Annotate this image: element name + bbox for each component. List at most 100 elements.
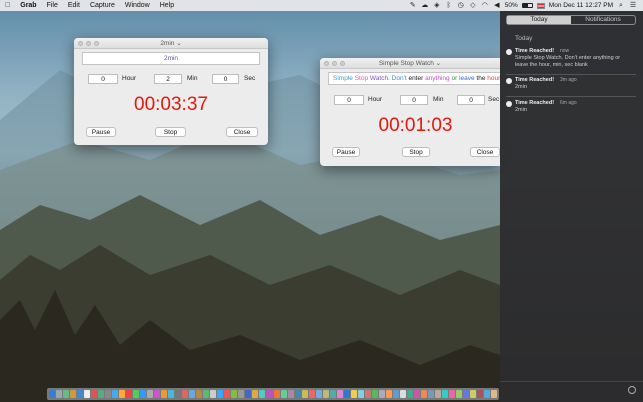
notification-item[interactable]: Time Reached! 3m ago 2min xyxy=(506,77,640,95)
dock-app-icon[interactable] xyxy=(476,390,483,398)
dock-app-icon[interactable] xyxy=(126,390,133,398)
dock-app-icon[interactable] xyxy=(266,390,273,398)
sec-field[interactable]: 0 xyxy=(212,74,239,84)
dock-app-icon[interactable] xyxy=(70,390,77,398)
dock-app-icon[interactable] xyxy=(469,390,476,398)
dock-app-icon[interactable] xyxy=(427,390,434,398)
dock-app-icon[interactable] xyxy=(378,390,385,398)
zoom-window-icon[interactable] xyxy=(340,61,345,66)
dock-app-icon[interactable] xyxy=(399,390,406,398)
dock-app-icon[interactable] xyxy=(91,390,98,398)
notification-center-icon[interactable]: ☰ xyxy=(629,2,637,10)
clock[interactable]: Mon Dec 11 12:27 PM xyxy=(549,2,613,9)
dock-app-icon[interactable] xyxy=(182,390,189,398)
apple-menu-icon[interactable]:  xyxy=(0,0,15,11)
min-field[interactable]: 0 xyxy=(400,95,428,105)
message-field[interactable]: Simple Stop Watch. Don't enter anything … xyxy=(328,72,500,85)
message-field[interactable]: 2min xyxy=(82,52,260,65)
dock-app-icon[interactable] xyxy=(77,390,84,398)
dock-app-icon[interactable] xyxy=(168,390,175,398)
dock-app-icon[interactable] xyxy=(217,390,224,398)
time-machine-icon[interactable]: ◷ xyxy=(457,2,465,10)
dock-app-icon[interactable] xyxy=(385,390,392,398)
menu-edit[interactable]: Edit xyxy=(63,0,85,11)
battery-percent[interactable]: 50% xyxy=(505,2,518,9)
dock-app-icon[interactable] xyxy=(196,390,203,398)
dock-app-icon[interactable] xyxy=(259,390,266,398)
dock-app-icon[interactable] xyxy=(371,390,378,398)
dock-app-icon[interactable] xyxy=(490,390,497,398)
zoom-window-icon[interactable] xyxy=(94,41,99,46)
close-window-icon[interactable] xyxy=(78,41,83,46)
hour-field[interactable]: 0 xyxy=(88,74,118,84)
dock-app-icon[interactable] xyxy=(210,390,217,398)
dock-app-icon[interactable] xyxy=(280,390,287,398)
dock-app-icon[interactable] xyxy=(350,390,357,398)
close-window-icon[interactable] xyxy=(324,61,329,66)
dock-app-icon[interactable] xyxy=(140,390,147,398)
sec-field[interactable]: 0 xyxy=(457,95,485,105)
dock-app-icon[interactable] xyxy=(406,390,413,398)
shield-icon[interactable]: ◈ xyxy=(433,2,441,10)
dock-app-icon[interactable] xyxy=(224,390,231,398)
minimize-window-icon[interactable] xyxy=(86,41,91,46)
bluetooth-icon[interactable]: ᛒ xyxy=(445,2,453,10)
dock-app-icon[interactable] xyxy=(189,390,196,398)
dock-app-icon[interactable] xyxy=(301,390,308,398)
wifi-icon[interactable]: ◠ xyxy=(481,2,489,10)
dropbox-icon[interactable]: ◇ xyxy=(469,2,477,10)
close-button[interactable]: Close xyxy=(470,147,500,157)
battery-icon[interactable] xyxy=(521,3,533,8)
dock-app-icon[interactable] xyxy=(112,390,119,398)
cloud-upload-icon[interactable]: ☁ xyxy=(421,2,429,10)
settings-gear-icon[interactable] xyxy=(628,386,636,394)
dock-app-icon[interactable] xyxy=(147,390,154,398)
dock-app-icon[interactable] xyxy=(462,390,469,398)
menu-capture[interactable]: Capture xyxy=(85,0,120,11)
dock-app-icon[interactable] xyxy=(63,390,70,398)
dock-app-icon[interactable] xyxy=(336,390,343,398)
dock-app-icon[interactable] xyxy=(455,390,462,398)
dock-app-icon[interactable] xyxy=(161,390,168,398)
dock-app-icon[interactable] xyxy=(343,390,350,398)
window-titlebar[interactable]: 2min ⌄ xyxy=(74,38,268,49)
stop-button[interactable]: Stop xyxy=(402,147,430,157)
flag-icon[interactable] xyxy=(536,2,545,9)
dock-app-icon[interactable] xyxy=(56,390,63,398)
minimize-window-icon[interactable] xyxy=(332,61,337,66)
dock-app-icon[interactable] xyxy=(273,390,280,398)
dock-app-icon[interactable] xyxy=(287,390,294,398)
min-field[interactable]: 2 xyxy=(154,74,182,84)
app-menu-grab[interactable]: Grab xyxy=(15,0,41,11)
stop-button[interactable]: Stop xyxy=(155,127,186,137)
spotlight-search-icon[interactable]: ⌕ xyxy=(617,2,625,10)
menu-window[interactable]: Window xyxy=(120,0,155,11)
dock-app-icon[interactable] xyxy=(441,390,448,398)
volume-icon[interactable]: ◀ xyxy=(493,2,501,10)
dock-app-icon[interactable] xyxy=(434,390,441,398)
dock-app-icon[interactable] xyxy=(154,390,161,398)
dock-app-icon[interactable] xyxy=(231,390,238,398)
dock-app-icon[interactable] xyxy=(245,390,252,398)
dock-app-icon[interactable] xyxy=(133,390,140,398)
dock-app-icon[interactable] xyxy=(105,390,112,398)
hour-field[interactable]: 0 xyxy=(334,95,364,105)
dock-app-icon[interactable] xyxy=(84,390,91,398)
dock-app-icon[interactable] xyxy=(49,390,56,398)
window-titlebar[interactable]: Simple Stop Watch ⌄ xyxy=(320,58,500,69)
notification-item[interactable]: Time Reached! 6m ago 2min xyxy=(506,100,640,118)
dock-app-icon[interactable] xyxy=(357,390,364,398)
dock-app-icon[interactable] xyxy=(420,390,427,398)
pause-button[interactable]: Pause xyxy=(86,127,116,137)
tab-today[interactable]: Today xyxy=(507,16,571,24)
dock-app-icon[interactable] xyxy=(392,390,399,398)
dock-app-icon[interactable] xyxy=(308,390,315,398)
dock-app-icon[interactable] xyxy=(322,390,329,398)
dock-app-icon[interactable] xyxy=(483,390,490,398)
dock-app-icon[interactable] xyxy=(238,390,245,398)
dock-app-icon[interactable] xyxy=(448,390,455,398)
pen-icon[interactable]: ✎ xyxy=(409,2,417,10)
close-button[interactable]: Close xyxy=(226,127,258,137)
dock-app-icon[interactable] xyxy=(294,390,301,398)
dock-app-icon[interactable] xyxy=(119,390,126,398)
